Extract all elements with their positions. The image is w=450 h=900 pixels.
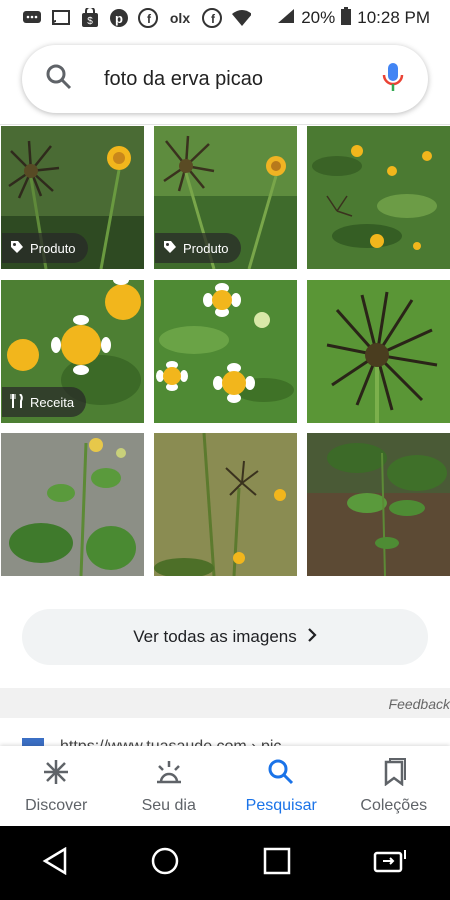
image-result[interactable]: Receita xyxy=(1,280,144,423)
back-icon[interactable] xyxy=(41,846,69,880)
svg-text:p: p xyxy=(115,11,123,26)
svg-text:f: f xyxy=(147,12,152,26)
battery-icon xyxy=(341,6,352,30)
pinterest-icon: p xyxy=(109,8,129,28)
feedback-link[interactable]: Feedback xyxy=(389,696,450,712)
image-result[interactable] xyxy=(154,433,297,576)
view-all-label: Ver todas as imagens xyxy=(133,627,297,646)
chevron-right-icon xyxy=(307,627,317,647)
sunrise-icon xyxy=(154,758,184,791)
signal-icon xyxy=(277,8,295,29)
nav-pesquisar[interactable]: Pesquisar xyxy=(225,746,338,826)
search-bar[interactable]: foto da erva picao xyxy=(22,45,428,113)
image-result[interactable]: Produto xyxy=(1,126,144,269)
image-result[interactable]: Produto xyxy=(154,126,297,269)
chat-icon xyxy=(22,8,42,28)
olx-icon: olx xyxy=(169,10,191,26)
recents-icon[interactable] xyxy=(262,846,292,881)
fork-knife-icon xyxy=(10,392,24,411)
wifi-icon xyxy=(231,8,251,28)
image-result[interactable] xyxy=(1,433,144,576)
search-icon[interactable] xyxy=(46,64,72,95)
system-navigation-bar xyxy=(0,826,450,900)
bottom-navigation: Discover Seu dia Pesquisar Coleções xyxy=(0,746,450,826)
mic-icon[interactable] xyxy=(382,61,404,98)
cast-icon xyxy=(51,8,71,28)
nav-discover[interactable]: Discover xyxy=(0,746,113,826)
facebook-icon: f xyxy=(202,8,222,28)
product-badge: Produto xyxy=(2,233,88,263)
rotate-screen-icon[interactable] xyxy=(373,847,409,880)
image-result[interactable] xyxy=(307,126,450,269)
section-divider xyxy=(0,688,450,718)
recipe-badge: Receita xyxy=(2,387,87,417)
tag-icon xyxy=(10,240,24,257)
image-result[interactable] xyxy=(154,280,297,423)
home-icon[interactable] xyxy=(150,846,180,881)
clock: 10:28 PM xyxy=(357,8,430,27)
status-bar: $ p f olx f 20% 10:28 PM xyxy=(0,0,450,36)
view-all-images-button[interactable]: Ver todas as imagens xyxy=(22,609,428,665)
bookmarks-icon xyxy=(380,757,408,791)
shopping-bag-icon: $ xyxy=(80,8,100,28)
divider xyxy=(0,124,450,125)
battery-percent: 20% xyxy=(301,8,336,27)
nav-label: Discover xyxy=(25,796,88,814)
asterisk-icon xyxy=(42,758,70,791)
nav-colecoes[interactable]: Coleções xyxy=(338,746,450,826)
search-query[interactable]: foto da erva picao xyxy=(104,68,382,91)
nav-label: Pesquisar xyxy=(245,796,317,814)
svg-text:f: f xyxy=(211,12,216,26)
product-badge: Produto xyxy=(155,233,241,263)
tag-icon xyxy=(163,240,177,257)
nav-seu-dia[interactable]: Seu dia xyxy=(113,746,226,826)
image-result[interactable] xyxy=(307,280,450,423)
search-icon xyxy=(267,758,295,791)
nav-label: Coleções xyxy=(360,796,428,814)
nav-label: Seu dia xyxy=(141,796,196,814)
facebook-icon: f xyxy=(138,8,158,28)
image-result[interactable] xyxy=(307,433,450,576)
svg-text:$: $ xyxy=(87,16,93,27)
